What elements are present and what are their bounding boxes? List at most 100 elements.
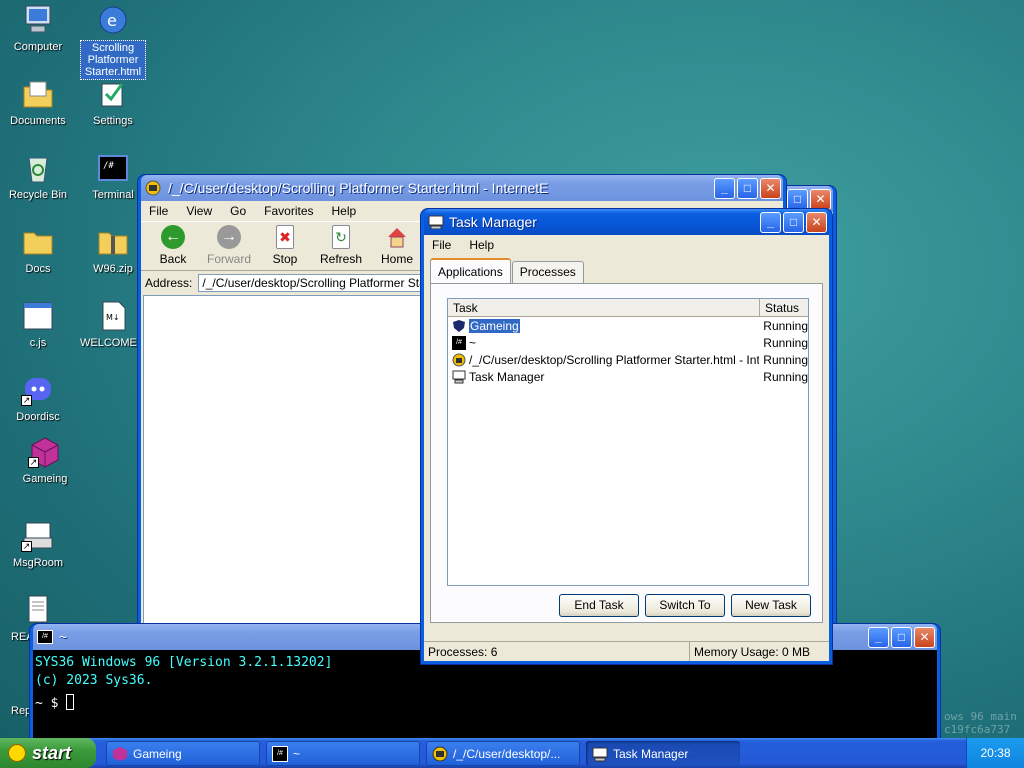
desktop-icon-doordisc[interactable]: ↗ Doordisc [2,374,74,424]
switch-to-button[interactable]: Switch To [645,594,725,617]
home-button[interactable]: Home [369,222,425,270]
watermark: ows 96 main c19fc6a737 [944,710,1017,736]
desktop-icon-label: Computer [13,41,63,53]
task-manager-tabs: Applications Processes [424,255,829,283]
taskbar-item-terminal[interactable]: /# ~ [266,741,420,766]
task-row[interactable]: Gameing Running [448,317,808,334]
back-button[interactable]: ← Back [145,222,201,270]
refresh-icon: ↻ [332,225,350,249]
end-task-button[interactable]: End Task [559,594,639,617]
task-row[interactable]: Task Manager Running [448,368,808,385]
tab-applications[interactable]: Applications [430,258,511,283]
forward-button[interactable]: → Forward [201,222,257,270]
task-row[interactable]: /_/C/user/desktop/Scrolling Platformer S… [448,351,808,368]
task-manager-client: File Help Applications Processes Task St… [424,235,829,661]
settings-icon [96,78,130,110]
maximize-button[interactable]: □ [783,211,804,233]
taskbar-item-task-manager[interactable]: Task Manager [586,741,740,766]
task-manager-app-icon [428,215,444,230]
cube-icon: ↗ [28,436,62,468]
menu-go[interactable]: Go [230,204,246,218]
desktop-icon-label: Doordisc [16,411,60,423]
menu-view[interactable]: View [186,204,212,218]
folder-icon [21,226,55,258]
ie-icon [452,353,466,367]
task-name: Gameing [469,318,520,333]
task-name: Task Manager [469,369,545,384]
menu-file[interactable]: File [149,204,168,218]
close-button[interactable]: ✕ [810,188,831,210]
desktop-icon-documents[interactable]: Documents [2,78,74,128]
desktop-icon-label: c.js [29,337,47,349]
maximize-button[interactable]: □ [787,188,808,210]
system-tray-clock[interactable]: 20:38 [966,738,1024,768]
desktop-icon-gameing[interactable]: ↗ Gameing [9,436,81,486]
text-file-icon [21,594,55,626]
documents-folder-icon [21,78,55,110]
minimize-button[interactable]: _ [868,626,889,648]
shortcut-arrow-icon: ↗ [21,541,32,552]
maximize-button[interactable]: □ [737,177,758,199]
minimize-button[interactable]: _ [714,177,735,199]
task-status: Running [763,335,808,350]
applications-panel: Task Status Gameing Running /# ~ Running [430,283,823,623]
task-manager-titlebar[interactable]: Task Manager _ □ ✕ [424,209,829,235]
task-row[interactable]: /# ~ Running [448,334,808,351]
cube-icon [112,746,128,762]
forward-label: Forward [206,252,251,266]
menu-favorites[interactable]: Favorites [264,204,313,218]
address-label: Address: [145,276,193,290]
desktop-icon-settings[interactable]: Settings [77,78,149,128]
desktop-icon-computer[interactable]: Computer [2,4,74,54]
ie-titlebar[interactable]: /_/C/user/desktop/Scrolling Platformer S… [141,175,783,201]
start-label: start [32,742,72,763]
task-list[interactable]: Task Status Gameing Running /# ~ Running [447,298,809,586]
shield-icon [452,319,466,333]
desktop-icon-label: Gameing [22,473,68,485]
close-button[interactable]: ✕ [760,177,781,199]
msgroom-icon: ↗ [21,520,55,552]
status-processes: Processes: 6 [424,642,690,661]
column-status[interactable]: Status [760,299,808,316]
shortcut-arrow-icon: ↗ [21,395,32,406]
task-manager-menubar: File Help [424,235,829,255]
new-task-button[interactable]: New Task [731,594,811,617]
desktop-icon-recycle-bin[interactable]: Recycle Bin [2,152,74,202]
desktop-icon-c-js[interactable]: c.js [2,300,74,350]
taskbar-item-ie[interactable]: /_/C/user/desktop/... [426,741,580,766]
refresh-button[interactable]: ↻ Refresh [313,222,369,270]
taskbar-item-label: /_/C/user/desktop/... [453,746,561,761]
desktop-icon-label: Docs [25,263,51,275]
smiley-icon [8,744,26,762]
watermark-line: ows 96 main [944,710,1017,723]
desktop-icon-msgroom[interactable]: ↗ MsgRoom [2,520,74,570]
task-manager-title: Task Manager [449,214,537,230]
menu-help[interactable]: Help [332,204,357,218]
status-memory: Memory Usage: 0 MB [694,645,811,659]
desktop-icon-scrolling-platformer[interactable]: e Scrolling Platformer Starter.html [77,4,149,80]
menu-file[interactable]: File [432,238,451,252]
html-file-icon: e [96,4,130,36]
js-file-icon [21,300,55,332]
task-list-header: Task Status [448,299,808,317]
menu-help[interactable]: Help [469,238,494,252]
close-button[interactable]: ✕ [914,626,935,648]
column-task[interactable]: Task [448,299,760,316]
close-button[interactable]: ✕ [806,211,827,233]
taskbar-item-label: Gameing [133,746,182,761]
task-manager-window[interactable]: Task Manager _ □ ✕ File Help Application… [421,209,832,664]
markdown-file-icon: M↓ [96,300,130,332]
desktop-icon-docs[interactable]: Docs [2,226,74,276]
desktop-icon-label: Documents [10,115,66,127]
task-name: /_/C/user/desktop/Scrolling Platformer S… [469,352,760,367]
maximize-button[interactable]: □ [891,626,912,648]
refresh-label: Refresh [319,252,363,266]
desktop-icon-label: Settings [93,115,133,127]
stop-button[interactable]: ✖ Stop [257,222,313,270]
task-status: Running [763,369,808,384]
start-button[interactable]: start [0,738,96,768]
minimize-button[interactable]: _ [760,211,781,233]
ie-icon [432,746,448,762]
taskbar-item-gameing[interactable]: Gameing [106,741,260,766]
tab-processes[interactable]: Processes [511,261,584,283]
